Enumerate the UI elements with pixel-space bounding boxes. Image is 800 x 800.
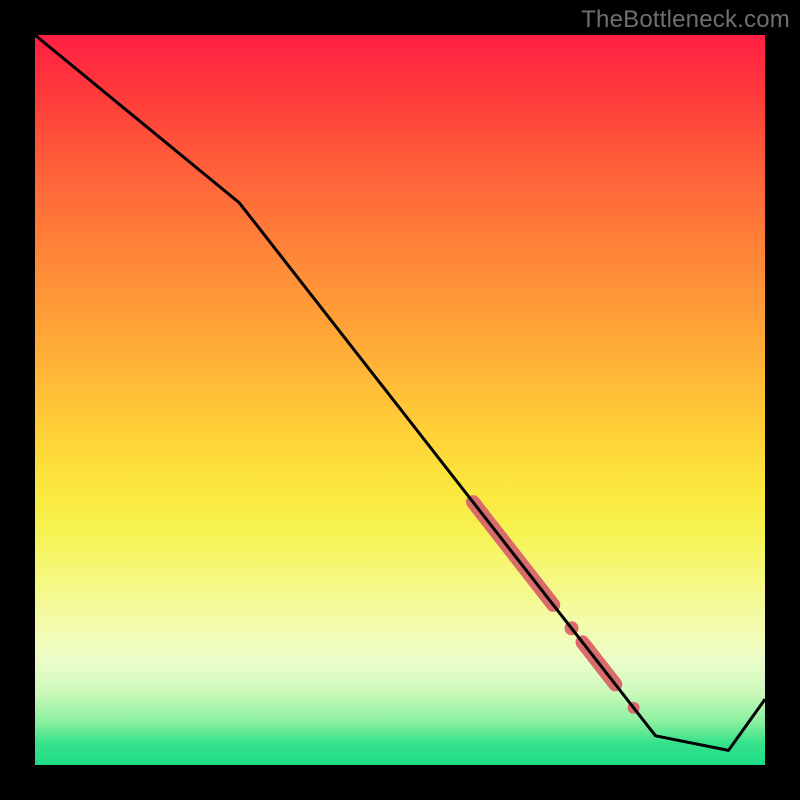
plot-area [35, 35, 765, 765]
main-curve [35, 35, 765, 750]
watermark-text: TheBottleneck.com [581, 6, 790, 34]
chart-svg [35, 35, 765, 765]
chart-frame: TheBottleneck.com [0, 0, 800, 800]
